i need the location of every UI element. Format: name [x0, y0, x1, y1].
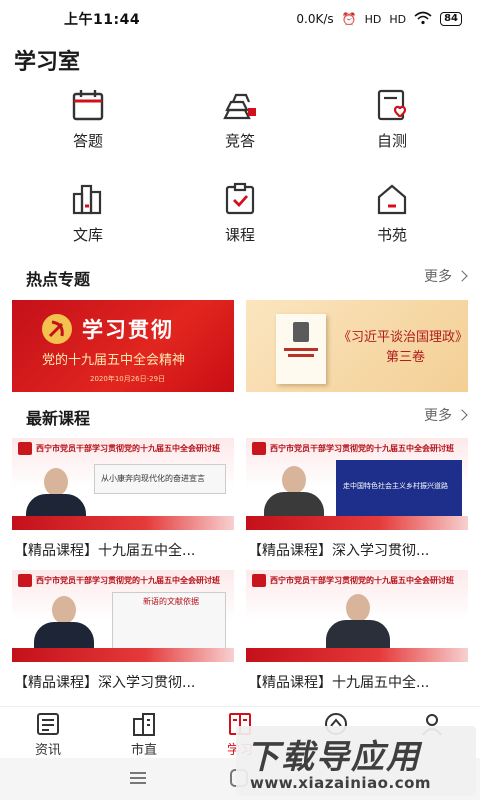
course-banner-text: 西宁市党员干部学习贯彻党的十九届五中全会研讨班	[36, 444, 220, 453]
grid-item-zice[interactable]: 自测	[332, 88, 452, 151]
course-banner-text: 西宁市党员干部学习贯彻党的十九届五中全会研讨班	[270, 576, 454, 585]
signal-hd-1: HD	[364, 12, 382, 26]
wifi-icon	[414, 11, 432, 28]
watermark: 下载导应用 www.xiazainiao.com	[236, 726, 476, 796]
page-title: 学习室	[14, 50, 81, 75]
slide-screen: 新语的文献依据	[112, 592, 226, 656]
grid-item-wenku[interactable]: 文库	[28, 182, 148, 245]
banner-subtitle: 党的十九届五中全会精神	[42, 353, 186, 368]
watermark-url: www.xiazainiao.com	[250, 774, 432, 792]
watermark-text: 下载导应用	[246, 737, 421, 776]
battery-indicator: 84	[440, 12, 462, 26]
chevron-right-icon	[456, 270, 468, 282]
grid-label: 竞答	[224, 132, 255, 150]
network-speed: 0.0K/s	[296, 12, 334, 26]
slide-text: 走中国特色社会主义乡村振兴道路	[343, 482, 448, 490]
signal-hd-2: HD	[389, 12, 407, 26]
grid-item-dati[interactable]: 答题	[28, 88, 148, 151]
status-indicators: 0.0K/s ⏰ HD HD 84	[296, 11, 462, 28]
course-title[interactable]: 【精品课程】深入学习贯彻...	[14, 672, 240, 692]
more-label: 更多	[424, 269, 452, 285]
more-label: 更多	[424, 408, 452, 424]
grid-item-shuyuan[interactable]: 书苑	[332, 182, 452, 245]
grid-label: 自测	[376, 132, 407, 150]
tab-label: 资讯	[34, 743, 61, 758]
book-cover-image	[276, 314, 326, 384]
chevron-right-icon	[456, 409, 468, 421]
tab-shizhi[interactable]: 市直	[96, 711, 192, 758]
course-title[interactable]: 【精品课程】十九届五中全...	[248, 672, 474, 692]
gold-bars-icon	[223, 93, 256, 120]
slide-text: 从小康奔向现代化的奋进宣言	[101, 474, 205, 483]
building-icon	[133, 713, 155, 736]
slide-screen: 走中国特色社会主义乡村振兴道路	[336, 460, 462, 520]
heart-note-icon	[377, 89, 407, 121]
grid-label: 文库	[72, 226, 103, 244]
grid-label: 答题	[72, 132, 103, 150]
hot-topics-more-link[interactable]: 更多	[424, 266, 468, 286]
banner-study-plenum[interactable]: 学习贯彻 党的十九届五中全会精神 2020年10月26日-29日	[12, 300, 234, 392]
course-thumbnail[interactable]: 西宁市党员干部学习贯彻党的十九届五中全会研讨班 新语的文献依据	[12, 570, 234, 662]
slide-screen: 从小康奔向现代化的奋进宣言	[94, 464, 226, 494]
latest-courses-header: 最新课程 更多	[0, 405, 480, 433]
course-title[interactable]: 【精品课程】深入学习贯彻...	[248, 540, 474, 560]
news-icon	[37, 713, 59, 735]
section-title: 最新课程	[26, 409, 91, 428]
clipboard-check-icon	[225, 182, 255, 215]
course-thumbnail[interactable]: 西宁市党员干部学习贯彻党的十九届五中全会研讨班 走中国特色社会主义乡村振兴道路	[246, 438, 468, 530]
party-emblem-icon	[42, 314, 72, 344]
section-title: 热点专题	[26, 270, 91, 289]
banner-governance-book[interactable]: 《习近平谈治国理政》 第三卷	[246, 300, 468, 392]
course-thumbnail[interactable]: 西宁市党员干部学习贯彻党的十九届五中全会研讨班 从小康奔向现代化的奋进宣言	[12, 438, 234, 530]
alarm-off-icon: ⏰	[341, 12, 357, 26]
books-icon	[72, 184, 102, 215]
status-bar: 上午11:44 0.0K/s ⏰ HD HD 84	[0, 0, 480, 38]
status-time: 上午11:44	[64, 12, 141, 28]
grid-item-kecheng[interactable]: 课程	[180, 182, 300, 245]
latest-courses-more-link[interactable]: 更多	[424, 405, 468, 425]
banner-date: 2020年10月26日-29日	[90, 375, 166, 383]
course-banner-text: 西宁市党员干部学习贯彻党的十九届五中全会研讨班	[270, 444, 454, 453]
course-thumbnail[interactable]: 西宁市党员干部学习贯彻党的十九届五中全会研讨班	[246, 570, 468, 662]
slide-text: 新语的文献依据	[143, 597, 199, 606]
banner-title: 《习近平谈治国理政》	[338, 330, 468, 345]
menu-icon[interactable]	[130, 772, 146, 787]
tab-zixun[interactable]: 资讯	[0, 711, 96, 758]
grid-item-jingda[interactable]: 竞答	[180, 88, 300, 151]
grid-label: 课程	[224, 226, 255, 244]
banner-subtitle: 第三卷	[386, 350, 426, 365]
tab-label: 市直	[130, 743, 157, 758]
calendar-icon	[72, 90, 104, 121]
course-title[interactable]: 【精品课程】十九届五中全...	[14, 540, 240, 560]
banner-title: 学习贯彻	[82, 317, 174, 342]
course-banner-text: 西宁市党员干部学习贯彻党的十九届五中全会研讨班	[36, 576, 220, 585]
house-icon	[377, 184, 407, 215]
grid-label: 书苑	[376, 226, 407, 244]
hot-topics-header: 热点专题 更多	[0, 266, 480, 294]
